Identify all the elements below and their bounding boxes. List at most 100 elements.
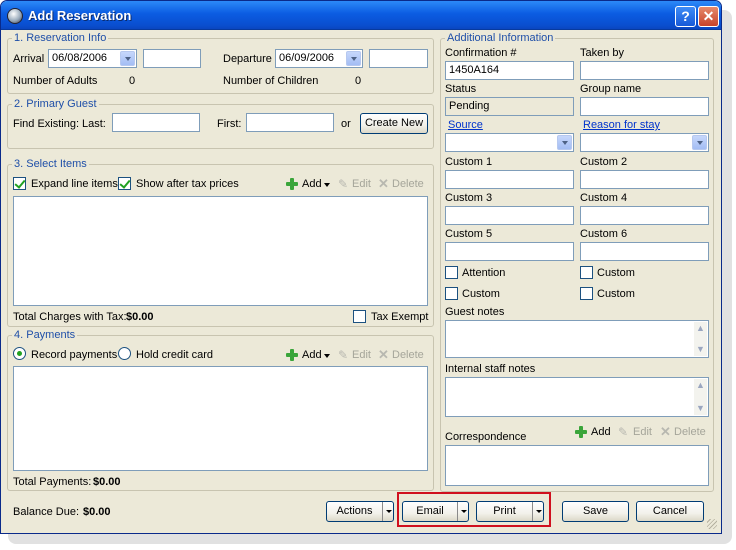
custom3-field[interactable]	[445, 206, 574, 225]
resize-grip[interactable]	[707, 519, 717, 529]
delete-icon: ✕	[378, 176, 389, 191]
arrival-date-picker[interactable]: 06/08/2006	[48, 49, 137, 68]
expand-line-items-checkbox[interactable]	[13, 177, 26, 190]
scroll-up-icon[interactable]: ▲	[694, 322, 707, 335]
payments-list[interactable]	[13, 366, 428, 471]
items-delete-button[interactable]: Delete	[392, 178, 424, 190]
scroll-up-icon[interactable]: ▲	[694, 379, 707, 392]
tax-exempt-checkbox[interactable]	[353, 310, 366, 323]
adults-value[interactable]: 0	[129, 75, 135, 87]
departure-date-picker[interactable]: 06/09/2006	[275, 49, 363, 68]
chevron-down-icon[interactable]	[120, 51, 135, 66]
total-payments-value: $0.00	[93, 476, 121, 488]
chevron-down-icon[interactable]	[346, 51, 361, 66]
select-items-title: 3. Select Items	[12, 158, 89, 170]
close-button[interactable]: ✕	[698, 6, 719, 27]
correspondence-label: Correspondence	[445, 431, 527, 443]
correspondence-list[interactable]	[445, 445, 709, 486]
show-after-tax-label: Show after tax prices	[136, 178, 239, 190]
children-value[interactable]: 0	[355, 75, 361, 87]
items-add-button[interactable]: Add	[286, 177, 332, 191]
primary-guest-title: 2. Primary Guest	[12, 98, 99, 110]
custom-checkbox-4-label: Custom	[597, 288, 635, 300]
payments-delete-button[interactable]: Delete	[392, 349, 424, 361]
custom6-field[interactable]	[580, 242, 709, 261]
group-name-field[interactable]	[580, 97, 709, 116]
hold-credit-card-label: Hold credit card	[136, 349, 214, 361]
reservation-info-title: 1. Reservation Info	[12, 32, 109, 44]
chevron-down-icon[interactable]	[557, 135, 572, 150]
find-existing-label: Find Existing:	[13, 118, 80, 130]
attention-label: Attention	[462, 267, 506, 279]
total-charges-value: $0.00	[126, 311, 154, 323]
payments-edit-button[interactable]: Edit	[352, 349, 371, 361]
actions-label: Actions	[336, 505, 373, 517]
custom2-label: Custom 2	[580, 156, 628, 168]
title-bar[interactable]: Add Reservation ? ✕	[1, 1, 721, 30]
payments-add-button[interactable]: Add	[286, 348, 332, 362]
correspondence-edit-button[interactable]: Edit	[633, 426, 652, 438]
scrollbar[interactable]: ▲ ▼	[694, 322, 707, 356]
custom3-label: Custom 3	[445, 192, 493, 204]
custom1-field[interactable]	[445, 170, 574, 189]
show-after-tax-checkbox[interactable]	[118, 177, 131, 190]
first-name-field[interactable]	[246, 113, 334, 132]
tax-exempt-label: Tax Exempt	[371, 311, 429, 323]
chevron-down-icon[interactable]	[692, 135, 707, 150]
cancel-button[interactable]: Cancel	[636, 501, 704, 522]
custom-checkbox-2[interactable]	[580, 266, 593, 279]
items-edit-button[interactable]: Edit	[352, 178, 371, 190]
items-list[interactable]	[13, 196, 428, 306]
or-label: or	[341, 118, 351, 130]
pencil-icon: ✎	[338, 177, 349, 191]
source-dropdown[interactable]	[445, 133, 574, 152]
record-payments-radio[interactable]	[13, 347, 26, 360]
scroll-down-icon[interactable]: ▼	[694, 402, 707, 415]
source-link[interactable]: Source	[448, 119, 483, 131]
plus-icon	[575, 426, 587, 438]
custom-checkbox-3[interactable]	[445, 287, 458, 300]
pencil-icon: ✎	[618, 425, 629, 439]
scrollbar[interactable]: ▲ ▼	[694, 379, 707, 415]
group-name-label: Group name	[580, 83, 642, 95]
total-charges-label: Total Charges with Tax:	[13, 311, 127, 323]
actions-button[interactable]: Actions	[326, 501, 394, 522]
guest-notes-textarea[interactable]: ▲ ▼	[445, 320, 709, 358]
expand-line-items-label: Expand line items	[31, 178, 118, 190]
scroll-down-icon[interactable]: ▼	[694, 343, 707, 356]
record-payments-label: Record payments	[31, 349, 118, 361]
arrival-time-field[interactable]	[143, 49, 201, 68]
attention-checkbox[interactable]	[445, 266, 458, 279]
email-print-highlight	[397, 492, 551, 527]
reason-for-stay-dropdown[interactable]	[580, 133, 709, 152]
save-button[interactable]: Save	[562, 501, 629, 522]
window-title: Add Reservation	[28, 8, 132, 23]
custom5-field[interactable]	[445, 242, 574, 261]
plus-icon	[286, 349, 298, 361]
chevron-down-icon[interactable]	[382, 502, 393, 521]
status-field: Pending	[445, 97, 574, 116]
departure-time-field[interactable]	[369, 49, 428, 68]
staff-notes-textarea[interactable]: ▲ ▼	[445, 377, 709, 417]
app-icon	[7, 8, 23, 24]
last-name-field[interactable]	[112, 113, 200, 132]
create-new-button[interactable]: Create New	[360, 113, 428, 134]
correspondence-delete-button[interactable]: Delete	[674, 426, 706, 438]
correspondence-add-button[interactable]: Add	[591, 426, 611, 438]
balance-due-value: $0.00	[83, 506, 111, 518]
payments-add-label: Add	[302, 349, 322, 361]
confirmation-field[interactable]: 1450A164	[445, 61, 574, 80]
custom2-field[interactable]	[580, 170, 709, 189]
first-name-label: First:	[217, 118, 242, 130]
custom5-label: Custom 5	[445, 228, 493, 240]
arrival-date-value: 06/08/2006	[52, 52, 108, 64]
adults-label: Number of Adults	[13, 75, 98, 87]
custom6-label: Custom 6	[580, 228, 628, 240]
additional-info-title: Additional Information	[445, 32, 556, 44]
reason-for-stay-link[interactable]: Reason for stay	[583, 119, 660, 131]
custom-checkbox-4[interactable]	[580, 287, 593, 300]
hold-credit-card-radio[interactable]	[118, 347, 131, 360]
help-button[interactable]: ?	[675, 6, 696, 27]
taken-by-field[interactable]	[580, 61, 709, 80]
custom4-field[interactable]	[580, 206, 709, 225]
